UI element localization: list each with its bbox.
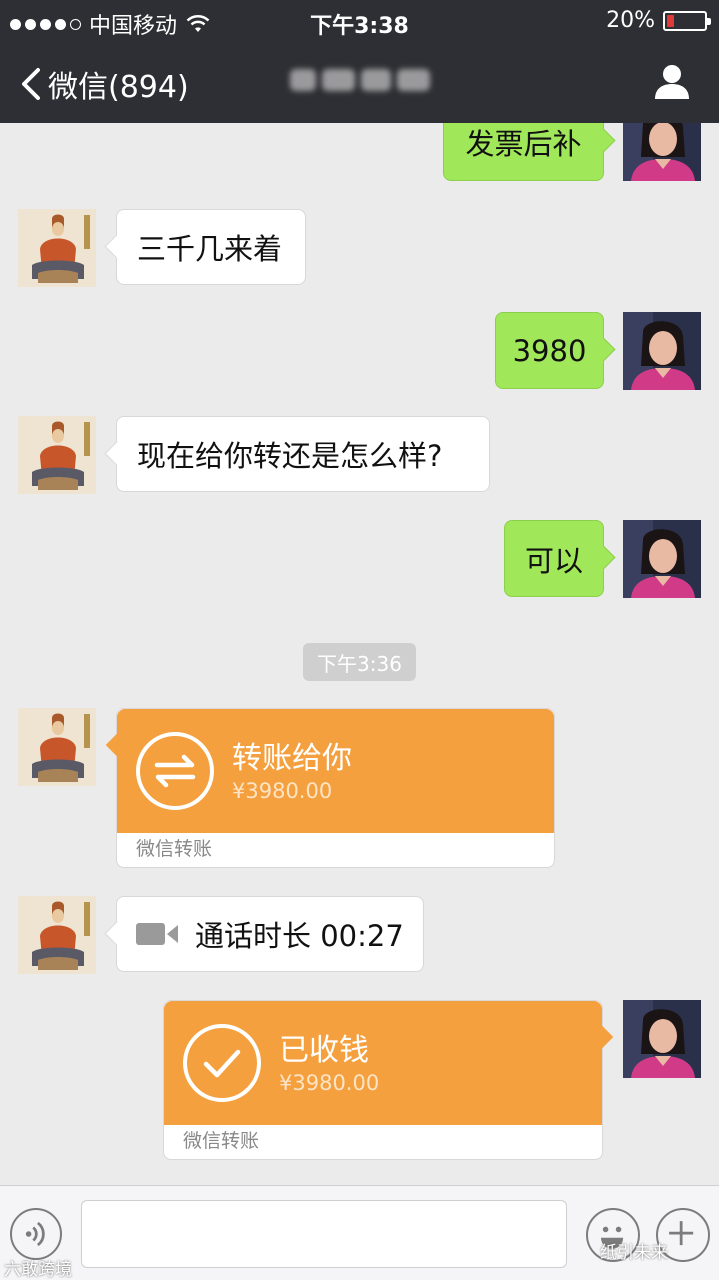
voice-icon [25,1221,45,1247]
message-bubble-incoming[interactable]: 三千几来着 [116,209,306,285]
voice-button[interactable] [10,1208,62,1260]
input-bar [0,1185,719,1280]
back-label: 微信(894) [48,70,189,105]
transfer-title: 已收钱 [279,1033,369,1068]
transfer-card-sent[interactable]: 转账给你 ¥3980.00 微信转账 [116,708,555,868]
message-input[interactable] [81,1200,567,1268]
call-record-bubble[interactable]: 通话时长 00:27 [116,896,424,972]
chat-area[interactable]: 发票后补 三千几来着 3980 现在给你转还是怎么样? 可以 下午3:36 转账… [0,123,719,1185]
avatar-contact[interactable] [18,416,96,494]
avatar-contact[interactable] [18,708,96,786]
nav-bar: 微信(894) [0,40,719,123]
message-bubble-outgoing[interactable]: 3980 [495,312,604,389]
transfer-card-received[interactable]: 已收钱 ¥3980.00 微信转账 [163,1000,603,1160]
message-bubble-incoming[interactable]: 现在给你转还是怎么样? [116,416,490,492]
message-bubble-outgoing[interactable]: 发票后补 [443,123,604,181]
transfer-amount: ¥3980.00 [279,1071,380,1095]
check-icon [183,1024,261,1102]
message-bubble-outgoing[interactable]: 可以 [504,520,604,597]
avatar-contact[interactable] [18,209,96,287]
avatar-self[interactable] [623,520,701,598]
avatar-self[interactable] [623,312,701,390]
chevron-left-icon [22,68,40,100]
transfer-amount: ¥3980.00 [232,779,333,803]
avatar-self[interactable] [623,123,701,181]
battery-percent: 20% [606,8,655,33]
contact-name-blurred [290,62,430,98]
video-call-icon [136,923,178,945]
status-bar: 中国移动 下午3:38 20% [0,0,719,40]
battery-group: 20% [606,8,711,33]
avatar-contact[interactable] [18,896,96,974]
avatar-self[interactable] [623,1000,701,1078]
call-duration: 通话时长 00:27 [195,919,404,953]
person-icon[interactable] [653,62,691,100]
watermark-left: 六敢跨境 [4,1260,72,1280]
transfer-footer: 微信转账 [136,838,213,860]
chat-timestamp: 下午3:36 [303,643,416,681]
transfer-arrows-icon [136,732,214,810]
battery-icon [663,10,711,31]
watermark-right: 纸引未来 [600,1243,668,1263]
back-button[interactable]: 微信(894) [20,62,189,106]
transfer-title: 转账给你 [232,741,352,776]
transfer-footer: 微信转账 [183,1130,260,1152]
